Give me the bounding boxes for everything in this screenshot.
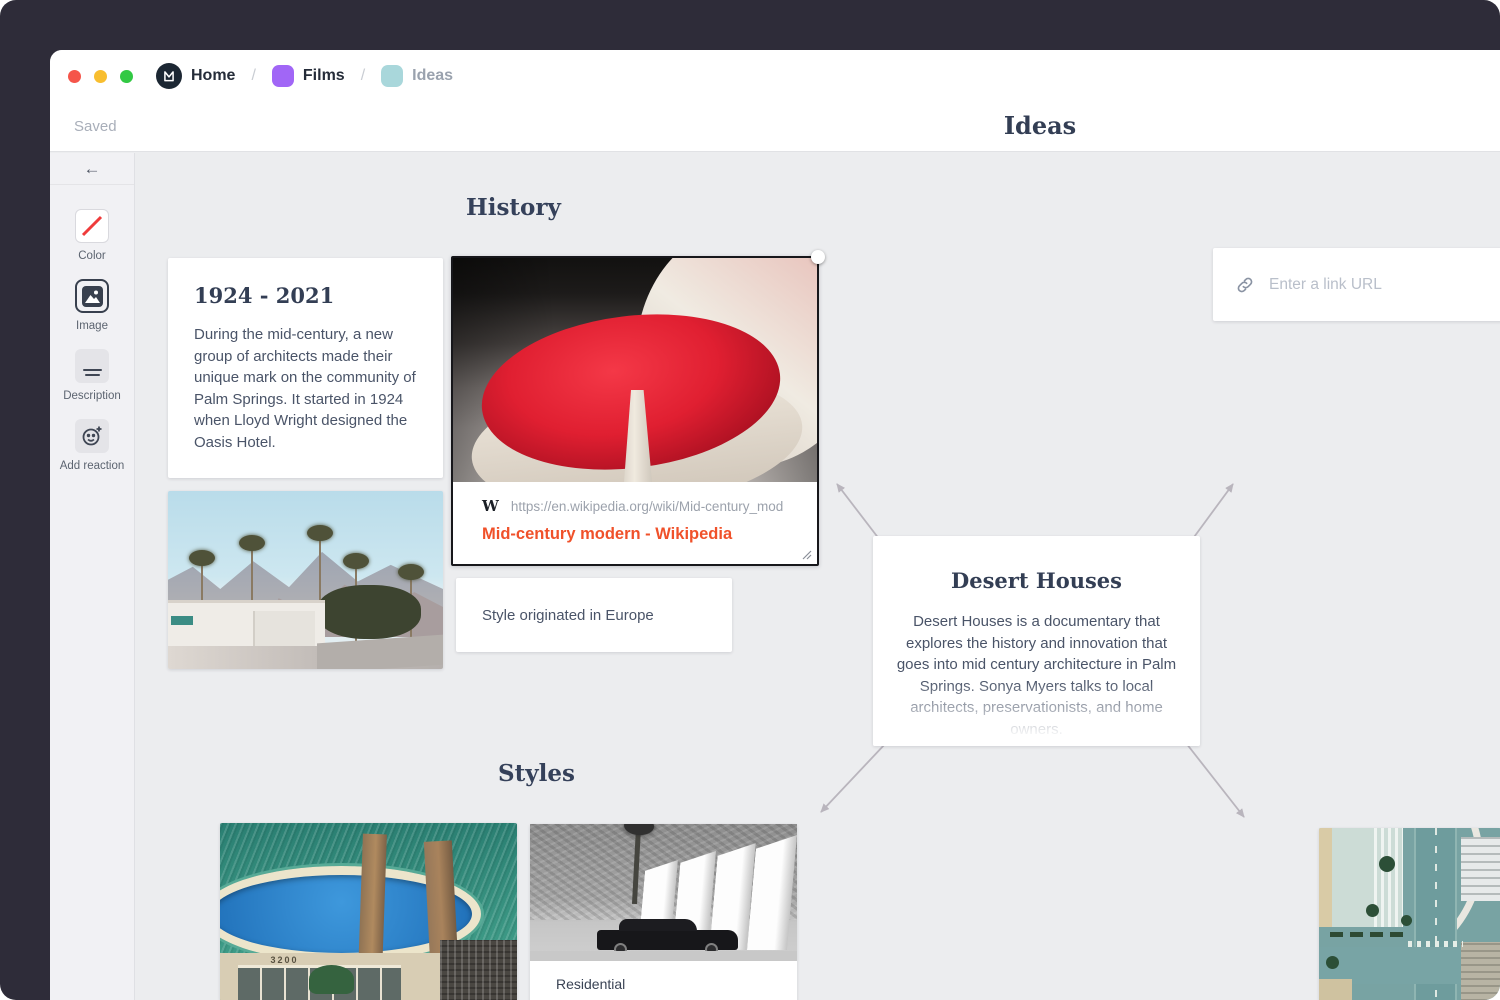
link-chain-icon — [1235, 275, 1255, 295]
teal-board-icon — [381, 65, 403, 87]
breadcrumb-ideas[interactable]: Ideas — [381, 65, 453, 87]
breadcrumb-separator: / — [246, 67, 260, 85]
breadcrumb-home-label: Home — [191, 67, 235, 85]
note-body: During the mid-century, a new group of a… — [194, 324, 417, 453]
zoom-button[interactable] — [120, 70, 133, 83]
back-arrow-icon: ← — [84, 159, 101, 179]
tool-description[interactable]: Description — [63, 349, 121, 402]
tool-list: Color Image — [50, 185, 134, 489]
traffic-lights — [68, 50, 133, 102]
link-url-input[interactable] — [1269, 276, 1481, 294]
description-lines-icon — [75, 349, 109, 383]
note-body: Desert Houses is a documentary that expl… — [896, 611, 1177, 740]
app-window: Home / Films / Ideas Saved Ideas — [50, 50, 1500, 1000]
link-input-card[interactable] — [1213, 248, 1500, 321]
canopy-entrance-photo[interactable]: 3200 — [220, 823, 517, 1000]
link-url: https://en.wikipedia.org/wiki/Mid-centur… — [511, 499, 783, 514]
smiley-plus-icon — [75, 419, 109, 453]
milanote-logo-icon — [156, 63, 182, 89]
purple-board-icon — [272, 65, 294, 87]
tool-add-reaction[interactable]: Add reaction — [60, 419, 125, 472]
link-meta: W https://en.wikipedia.org/wiki/Mid-cent… — [453, 482, 817, 544]
note-title: Desert Houses — [896, 568, 1177, 593]
image-icon — [75, 279, 109, 313]
note-text: Style originated in Europe — [482, 607, 654, 624]
breadcrumb-films[interactable]: Films — [272, 65, 345, 87]
title-bar: Home / Films / Ideas — [50, 50, 1500, 102]
tool-label: Image — [76, 320, 108, 332]
tool-color[interactable]: Color — [75, 209, 109, 262]
board-canvas[interactable]: History 1924 - 2021 During the mid-centu… — [136, 153, 1500, 1000]
palm-springs-photo[interactable] — [168, 491, 443, 669]
save-status: Saved — [74, 118, 117, 135]
section-heading-history[interactable]: History — [466, 194, 561, 221]
close-button[interactable] — [68, 70, 81, 83]
residential-image-card[interactable]: Residential — [530, 824, 797, 1000]
breadcrumb-home[interactable]: Home — [156, 63, 235, 89]
minimize-button[interactable] — [94, 70, 107, 83]
sub-header: Saved Ideas — [50, 102, 1500, 152]
breadcrumb-ideas-label: Ideas — [412, 67, 453, 85]
tool-sidebar: ← Color — [50, 153, 135, 1000]
tool-label: Add reaction — [60, 460, 125, 472]
desktop-background: Home / Films / Ideas Saved Ideas — [0, 0, 1500, 1000]
note-card-1924[interactable]: 1924 - 2021 During the mid-century, a ne… — [168, 258, 443, 478]
section-heading-styles[interactable]: Styles — [498, 760, 575, 787]
breadcrumb-films-label: Films — [303, 67, 345, 85]
breadcrumb-separator: / — [356, 67, 370, 85]
note-card-desert-houses[interactable]: Desert Houses Desert Houses is a documen… — [873, 536, 1200, 746]
wiki-link-card[interactable]: W https://en.wikipedia.org/wiki/Mid-cent… — [451, 256, 819, 566]
building-number-sign: 3200 — [270, 955, 298, 965]
breadcrumb: Home / Films / Ideas — [156, 50, 453, 102]
link-title[interactable]: Mid-century modern - Wikipedia — [482, 525, 788, 544]
board-title: Ideas — [1004, 111, 1076, 140]
note-card-europe[interactable]: Style originated in Europe — [456, 578, 732, 652]
tool-label: Color — [78, 250, 105, 262]
aerial-street-photo[interactable] — [1319, 828, 1500, 1000]
residential-photo — [530, 824, 797, 961]
tool-image[interactable]: Image — [75, 279, 109, 332]
note-title: 1924 - 2021 — [194, 283, 417, 308]
tulip-chair-photo — [453, 258, 817, 482]
wikipedia-favicon: W — [482, 497, 499, 515]
selection-handle[interactable] — [811, 250, 825, 264]
tool-label: Description — [63, 390, 121, 402]
image-caption: Residential — [530, 961, 797, 1000]
color-swatch-icon — [75, 209, 109, 243]
collapse-sidebar-button[interactable]: ← — [50, 153, 134, 185]
